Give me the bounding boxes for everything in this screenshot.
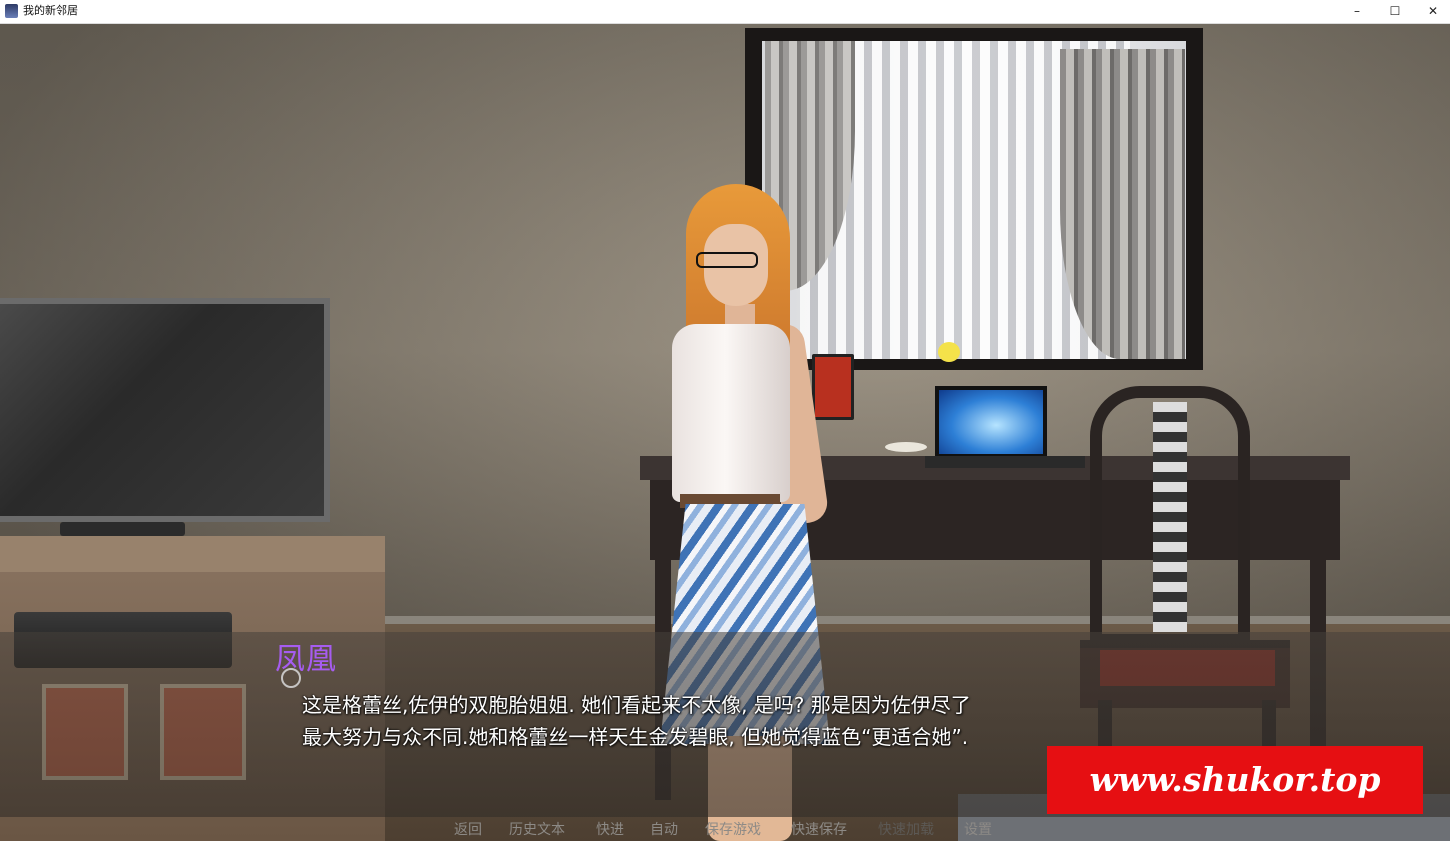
laptop-base [925,456,1085,468]
quick-menu-save[interactable]: 保存游戏 [705,820,761,841]
click-to-continue-icon [281,668,301,688]
dialogue-line: 最大努力与众不同.她和格蕾丝一样天生金发碧眼, 但她觉得蓝色“更适合她”. [302,725,969,749]
television [0,298,330,522]
window-title: 我的新邻居 [23,4,78,17]
minimize-button[interactable]: – [1338,0,1376,23]
quick-menu-history[interactable]: 历史文本 [509,820,565,841]
quick-menu-quick-save[interactable]: 快速保存 [791,820,847,841]
dialogue-line: 这是格蕾丝,佐伊的双胞胎姐姐. 她们看起来不太像, 是吗? 那是因为佐伊尽了 [302,693,971,717]
quick-menu-back[interactable]: 返回 [454,820,482,841]
character-glasses [696,252,758,268]
close-button[interactable]: ✕ [1414,0,1450,23]
app-icon [5,4,18,18]
quick-menu-preferences[interactable]: 设置 [964,820,992,841]
quick-menu-auto[interactable]: 自动 [650,820,678,841]
chair-splat [1153,402,1187,632]
quick-menu-skip[interactable]: 快进 [596,820,624,841]
quick-menu-quick-load[interactable]: 快速加载 [878,820,934,841]
character-top [672,324,790,502]
laptop-screen [935,386,1047,458]
lantern-lamp [812,354,854,420]
flower [938,342,960,362]
window-titlebar: 我的新邻居 – ☐ ✕ [0,0,1450,24]
curtain-right [1060,49,1185,359]
plant-dish [885,442,927,452]
television-stand [60,522,185,536]
watermark: www.shukor.top [1047,746,1423,814]
maximize-button[interactable]: ☐ [1376,0,1414,23]
cabinet-top [0,536,385,572]
